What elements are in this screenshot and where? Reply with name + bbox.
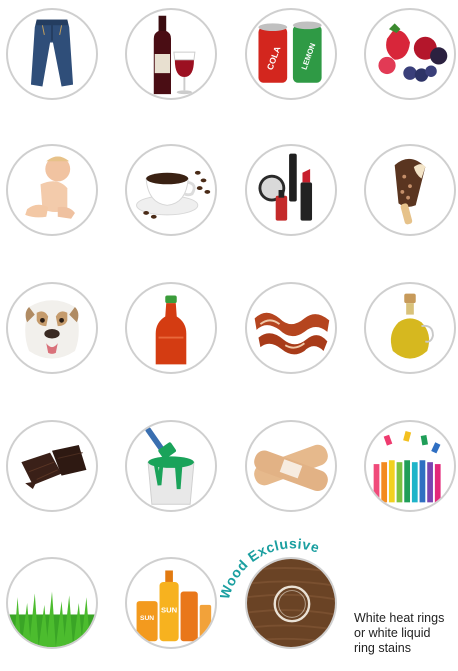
oil-icon [390, 293, 434, 359]
stain-red-wine [125, 8, 217, 100]
stain-jeans [6, 8, 98, 100]
bacon-icon [254, 312, 330, 355]
ice-cream-icon [394, 158, 426, 225]
hot-sauce-icon [155, 295, 187, 365]
stain-bandages [245, 420, 337, 512]
stain-grass [6, 557, 98, 649]
markers-icon [373, 430, 441, 503]
sunscreen-label-2: SUN [140, 615, 154, 622]
baby-icon [25, 156, 75, 219]
stain-wood [245, 557, 337, 649]
stain-bacon [245, 282, 337, 374]
stain-paint [125, 420, 217, 512]
wood-caption: White heat rings or white liquid ring st… [354, 611, 445, 655]
sunscreen-label: SUN [161, 606, 177, 615]
coffee-icon [136, 170, 211, 219]
soda-can-icon: COLA LEMON [258, 21, 322, 83]
chocolate-icon [21, 444, 87, 489]
paint-icon [145, 427, 195, 505]
stain-oil [364, 282, 456, 374]
stain-grid: COLA LEMON SUN SUN [0, 0, 458, 670]
wine-icon [153, 15, 196, 95]
stain-hot-sauce [125, 282, 217, 374]
bandage-icon [254, 444, 328, 492]
stain-markers [364, 420, 456, 512]
makeup-icon [258, 153, 313, 221]
stain-makeup [245, 144, 337, 236]
stain-sunscreen: SUN SUN [125, 557, 217, 649]
stain-dog [6, 282, 98, 374]
grass-icon [8, 591, 96, 647]
jeans-icon [30, 19, 74, 87]
stain-soda: COLA LEMON [245, 8, 337, 100]
wood-stain-icon [247, 559, 335, 647]
stain-baby [6, 144, 98, 236]
berries-icon [378, 23, 448, 82]
stain-ice-cream [364, 144, 456, 236]
dog-icon [25, 300, 79, 359]
stain-chocolate [6, 420, 98, 512]
stain-berries [364, 8, 456, 100]
sunscreen-icon: SUN SUN [136, 570, 212, 642]
stain-coffee [125, 144, 217, 236]
